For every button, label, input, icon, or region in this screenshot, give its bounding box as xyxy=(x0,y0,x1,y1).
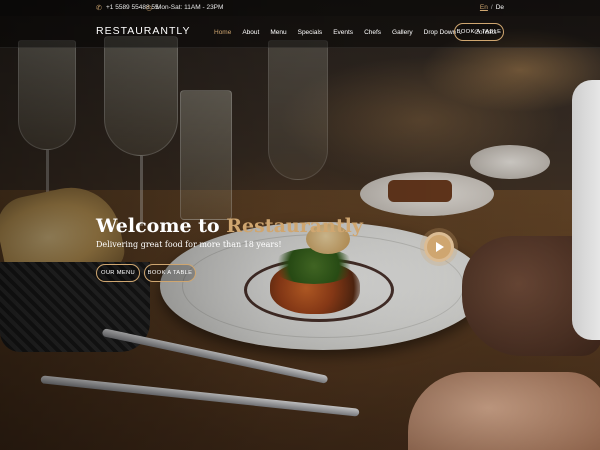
site-logo[interactable]: RESTAURANTLY xyxy=(96,25,190,37)
language-switcher: En / De xyxy=(480,0,504,16)
language-de[interactable]: De xyxy=(496,0,504,16)
main-navbar: RESTAURANTLY Home About Menu Specials Ev… xyxy=(0,16,600,48)
book-table-hero-button[interactable]: BOOK A TABLE xyxy=(144,264,196,282)
phone-icon: ✆ xyxy=(96,4,102,12)
nav-menu[interactable]: Menu xyxy=(270,29,286,36)
language-separator: / xyxy=(490,4,493,11)
nav-chefs[interactable]: Chefs xyxy=(364,29,381,36)
play-icon xyxy=(436,242,444,252)
hero-title-prefix: Welcome to xyxy=(96,215,227,237)
nav-specials[interactable]: Specials xyxy=(298,29,323,36)
clock-icon: ◷ xyxy=(146,4,153,12)
language-en[interactable]: En xyxy=(480,0,488,16)
hero-title-brand: Restaurantly xyxy=(226,215,363,237)
book-table-nav-button[interactable]: BOOK A TABLE xyxy=(454,23,504,41)
nav-events[interactable]: Events xyxy=(333,29,353,36)
top-info-bar: ✆ +1 5589 55488 55 ◷ Mon-Sat: 11AM - 23P… xyxy=(0,0,600,16)
hero-subtitle: Delivering great food for more than 18 y… xyxy=(96,240,282,249)
opening-hours: ◷ Mon-Sat: 11AM - 23PM xyxy=(146,0,223,16)
opening-hours-text: Mon-Sat: 11AM - 23PM xyxy=(156,4,224,11)
nav-home[interactable]: Home xyxy=(214,29,231,36)
hero-title: Welcome to Restaurantly xyxy=(96,215,363,237)
nav-about[interactable]: About xyxy=(242,29,259,36)
play-video-button[interactable] xyxy=(424,232,454,262)
nav-dropdown-label: Drop Down xyxy=(423,28,457,36)
nav-gallery[interactable]: Gallery xyxy=(392,29,413,36)
our-menu-button[interactable]: OUR MENU xyxy=(96,264,140,282)
